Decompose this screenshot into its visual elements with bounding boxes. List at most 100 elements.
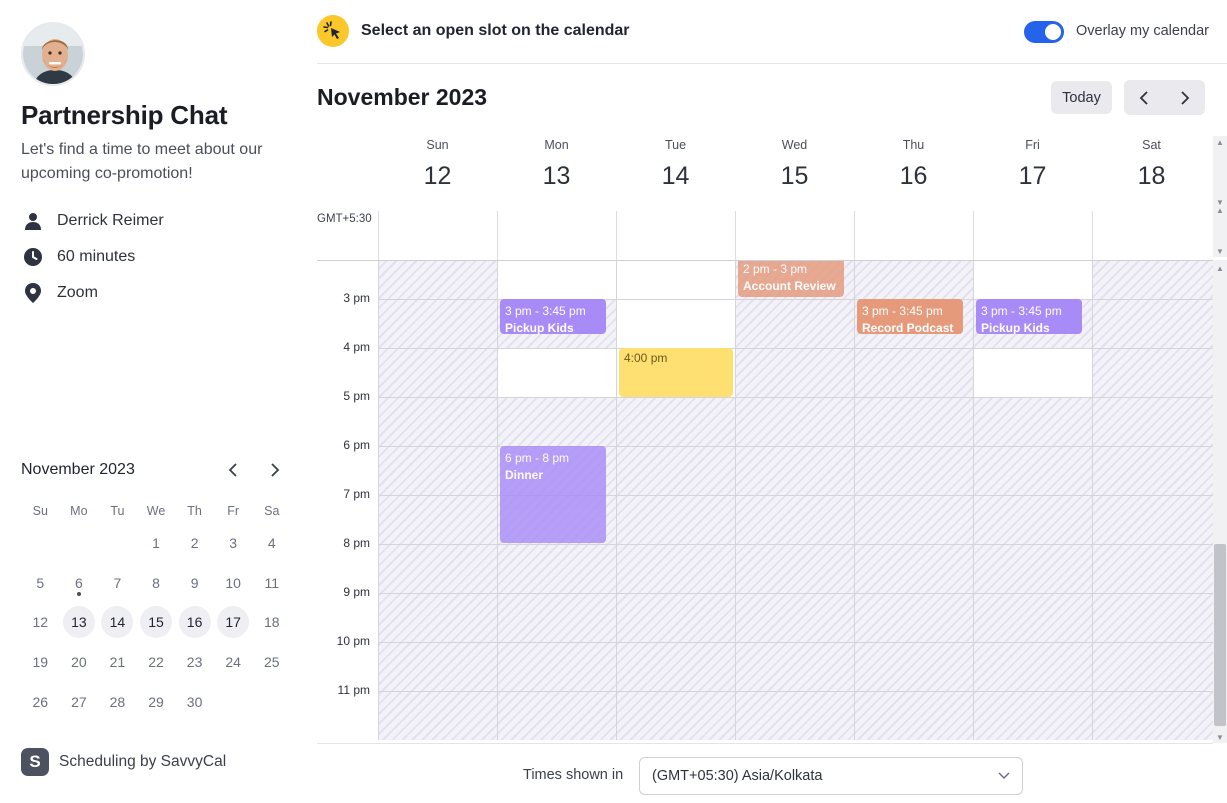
mini-calendar-day: 28 (98, 686, 137, 718)
calendar-event[interactable]: 6 pm - 8 pm Dinner (500, 446, 606, 543)
scroll-thumb[interactable] (1214, 544, 1226, 726)
chevron-left-icon (1139, 90, 1148, 105)
mini-calendar-day: 25 (252, 646, 291, 678)
day-number: 11 (264, 574, 280, 591)
calendar-event[interactable]: 3 pm - 3:45 pm Pickup Kids (976, 299, 1082, 334)
grid-scrollbar[interactable]: ▲ ▼ (1213, 260, 1227, 743)
mini-calendar-day: 29 (137, 686, 176, 718)
day-header-sat: Sat 18 (1092, 138, 1211, 191)
scroll-up-icon[interactable]: ▲ (1213, 136, 1227, 148)
day-date: 12 (423, 162, 452, 190)
event-time: 3 pm - 3:45 pm (505, 304, 586, 318)
day-number: 16 (178, 606, 211, 639)
mini-calendar-day: 8 (137, 567, 176, 599)
savvycal-logo-icon: S (21, 748, 49, 776)
day-name: Wed (781, 138, 808, 152)
mini-calendar-week: 19 20 21 22 23 24 25 (21, 642, 291, 682)
calendar-event[interactable]: 2 pm - 3 pm Account Review (738, 261, 844, 297)
mini-calendar-nav (219, 456, 289, 484)
scroll-down-icon[interactable]: ▼ (1213, 731, 1227, 743)
hour-line (378, 544, 1213, 545)
day-number: 22 (148, 654, 164, 671)
day-header-tue: Tue 14 (616, 138, 735, 191)
timezone-select[interactable]: (GMT+05:30) Asia/Kolkata (639, 757, 1023, 795)
weekday-label: Tu (110, 504, 125, 518)
host-row: Derrick Reimer (21, 209, 164, 233)
timezone-abbrev: GMT+5:30 (317, 213, 372, 225)
booking-page: Partnership Chat Let's find a time to me… (0, 0, 1227, 803)
event-time: 3 pm - 3:45 pm (862, 304, 943, 318)
scroll-up-icon[interactable]: ▲ (1213, 204, 1227, 216)
prev-month-button[interactable] (219, 456, 247, 484)
day-name: Mon (544, 138, 569, 152)
day-header-thu: Thu 16 (854, 138, 973, 191)
overlay-calendar-toggle[interactable] (1024, 21, 1064, 43)
scroll-up-icon[interactable]: ▲ (1213, 262, 1227, 274)
all-day-cell (973, 211, 1092, 260)
day-number (24, 527, 56, 559)
day-number: 13 (62, 606, 95, 639)
day-number: 3 (229, 534, 238, 551)
day-number (256, 686, 288, 718)
mini-calendar-day: 12 (21, 606, 60, 638)
overlay-calendar-label[interactable]: Overlay my calendar (1076, 23, 1209, 39)
event-time: 6 pm - 8 pm (505, 451, 570, 465)
chevron-left-icon (228, 463, 237, 477)
mini-calendar-header: November 2023 (21, 455, 291, 485)
event-title: Pickup Kids (505, 321, 574, 334)
weekday-label: Fr (227, 504, 240, 518)
calendar-event[interactable]: 3 pm - 3:45 pm Record Podcast (857, 299, 963, 334)
all-day-cell (854, 211, 973, 260)
branding[interactable]: S Scheduling by SavvyCal (21, 748, 226, 776)
open-slot[interactable] (498, 348, 616, 397)
mini-calendar-day[interactable]: 14 (98, 606, 137, 639)
day-number: 26 (32, 694, 49, 711)
day-number: 12 (32, 614, 49, 631)
mini-calendar-day[interactable]: 16 (175, 606, 214, 639)
today-button[interactable]: Today (1051, 81, 1112, 114)
next-month-button[interactable] (261, 456, 289, 484)
mini-calendar-empty (98, 527, 137, 559)
event-description: Let's find a time to meet about our upco… (21, 141, 263, 182)
mini-calendar-day: 1 (137, 527, 176, 559)
day-number: 9 (190, 574, 199, 591)
next-week-button[interactable] (1165, 80, 1206, 115)
mini-calendar-empty (60, 527, 99, 559)
cursor-click-icon (317, 15, 349, 47)
mini-calendar-empty (214, 686, 253, 718)
open-slot[interactable] (974, 348, 1092, 397)
mini-calendar-day: 3 (214, 527, 253, 559)
event-title: Dinner (505, 468, 544, 482)
timezone-value: (GMT+05:30) Asia/Kolkata (652, 768, 823, 784)
mini-calendar-day[interactable]: 13 (60, 606, 99, 639)
day-column-line (1092, 261, 1093, 740)
scroll-down-icon[interactable]: ▼ (1213, 245, 1227, 257)
day-number: 27 (71, 694, 87, 711)
header-scrollbar[interactable]: ▲ ▼ ▲ ▼ (1213, 136, 1227, 257)
event-title: Pickup Kids (981, 321, 1050, 334)
prev-week-button[interactable] (1124, 80, 1165, 115)
calendar-event[interactable]: 3 pm - 3:45 pm Pickup Kids (500, 299, 606, 334)
day-number: 15 (140, 606, 173, 639)
hour-label: 10 pm (336, 634, 370, 648)
week-nav (1124, 80, 1205, 115)
mini-calendar-day[interactable]: 15 (137, 606, 176, 639)
divider (317, 743, 1213, 744)
host-name: Derrick Reimer (57, 212, 164, 229)
hour-label: 6 pm (343, 438, 370, 452)
times-shown-label: Times shown in (523, 767, 624, 783)
hour-line (378, 691, 1213, 692)
day-number: 23 (186, 654, 203, 671)
open-slot[interactable] (498, 261, 616, 299)
day-number (101, 527, 133, 559)
selected-slot[interactable]: 4:00 pm (619, 348, 733, 397)
mini-calendar-day: 18 (252, 606, 291, 638)
mini-calendar-day: 27 (60, 686, 99, 718)
mini-calendar-day[interactable]: 17 (214, 606, 253, 639)
all-day-cell (497, 211, 616, 260)
open-slot[interactable] (974, 261, 1092, 299)
day-number: 6 (63, 567, 95, 599)
mini-calendar-day: 9 (175, 567, 214, 599)
day-name: Sun (426, 138, 449, 152)
mini-calendar-day: 10 (214, 567, 253, 599)
